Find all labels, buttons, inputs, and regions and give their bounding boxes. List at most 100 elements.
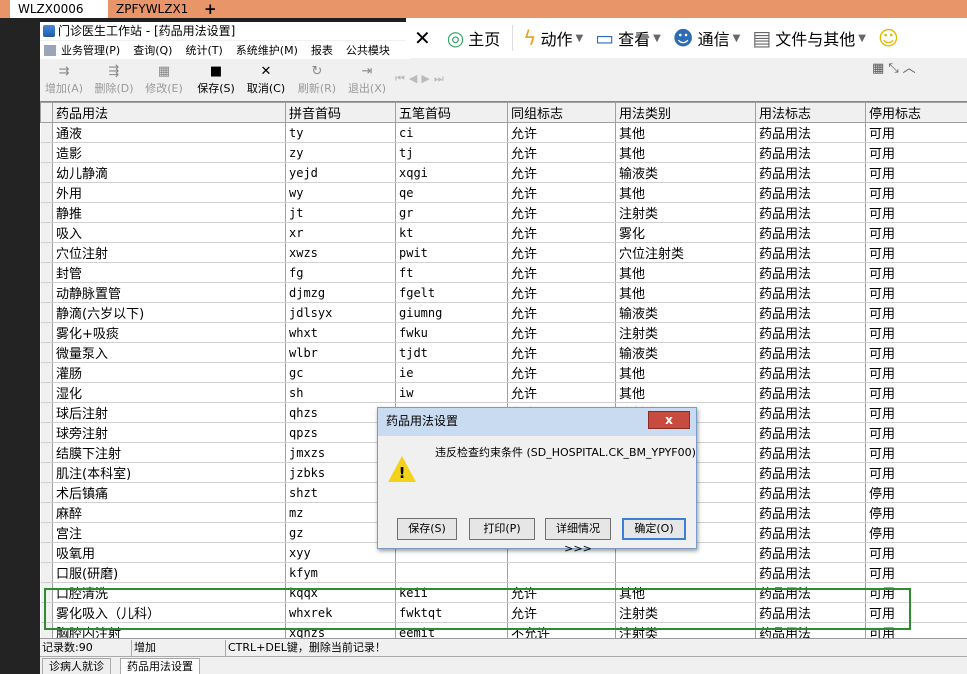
table-cell[interactable]: 药品用法	[755, 162, 866, 183]
save-button[interactable]: ■ 保存(S)	[195, 64, 237, 96]
table-cell[interactable]: jt	[285, 202, 396, 223]
table-cell[interactable]: 通液	[52, 122, 286, 143]
table-row[interactable]: 外用 wy qe 允许 其他 药品用法 可用	[40, 182, 967, 203]
menu-stats[interactable]: 统计(T)	[185, 42, 222, 58]
table-cell[interactable]: 可用	[865, 562, 967, 583]
table-cell[interactable]: 可用	[865, 402, 967, 423]
table-cell[interactable]: 肌注(本科室)	[52, 462, 286, 483]
row-indicator[interactable]	[40, 202, 53, 223]
table-cell[interactable]: 药品用法	[755, 382, 866, 403]
table-cell[interactable]: 药品用法	[755, 502, 866, 523]
dialog-save-button[interactable]: 保存(S)	[397, 518, 457, 540]
record-nav-arrows[interactable]: ⏮◀▶⏭	[395, 72, 448, 86]
menu-common[interactable]: 公共模块	[346, 42, 390, 58]
modify-button[interactable]: ▦ 修改(E)	[144, 64, 184, 96]
row-indicator[interactable]	[40, 542, 53, 563]
new-tab-button[interactable]: +	[199, 0, 221, 18]
table-cell[interactable]: 口服(研磨)	[52, 562, 286, 583]
table-cell[interactable]: xqgi	[395, 162, 508, 183]
table-cell[interactable]: ty	[285, 122, 396, 143]
table-cell[interactable]: 允许	[507, 322, 616, 343]
table-cell[interactable]: 药品用法	[755, 182, 866, 203]
action-menu[interactable]: ϟ 动作 ▼	[523, 18, 583, 58]
table-cell[interactable]: 可用	[865, 222, 967, 243]
table-cell[interactable]: 可用	[865, 422, 967, 443]
table-cell[interactable]: xwzs	[285, 242, 396, 263]
row-indicator[interactable]	[40, 402, 53, 423]
column-header-usage-category[interactable]: 用法类别	[615, 102, 756, 123]
row-indicator[interactable]	[40, 222, 53, 243]
table-cell[interactable]: 允许	[507, 342, 616, 363]
table-cell[interactable]: 穴位注射	[52, 242, 286, 263]
row-indicator[interactable]	[40, 442, 53, 463]
row-indicator[interactable]	[40, 362, 53, 383]
row-indicator[interactable]	[40, 182, 53, 203]
table-cell[interactable]: 穴位注射类	[615, 242, 756, 263]
table-cell[interactable]: djmzg	[285, 282, 396, 303]
table-cell[interactable]: 静滴(六岁以下)	[52, 302, 286, 323]
table-cell[interactable]: ie	[395, 362, 508, 383]
table-row[interactable]: 口服(研磨) kfym 药品用法 可用	[40, 562, 967, 583]
table-cell[interactable]: fwku	[395, 322, 508, 343]
table-cell[interactable]: 雾化	[615, 222, 756, 243]
table-cell[interactable]: 可用	[865, 302, 967, 323]
table-cell[interactable]: 动静脉置管	[52, 282, 286, 303]
table-row[interactable]: 吸入 xr kt 允许 雾化 药品用法 可用	[40, 222, 967, 243]
table-cell[interactable]: 允许	[507, 222, 616, 243]
table-cell[interactable]: yejd	[285, 162, 396, 183]
table-cell[interactable]: 药品用法	[755, 282, 866, 303]
table-row[interactable]: 静滴(六岁以下) jdlsyx giumng 允许 输液类 药品用法 可用	[40, 302, 967, 323]
table-cell[interactable]: pwit	[395, 242, 508, 263]
table-cell[interactable]: gc	[285, 362, 396, 383]
table-cell[interactable]: 允许	[507, 202, 616, 223]
table-cell[interactable]: 允许	[507, 242, 616, 263]
table-cell[interactable]: gr	[395, 202, 508, 223]
table-cell[interactable]: 药品用法	[755, 122, 866, 143]
table-cell[interactable]: 停用	[865, 482, 967, 503]
table-cell[interactable]: tjdt	[395, 342, 508, 363]
files-menu[interactable]: ▤ 文件与其他 ▼	[752, 18, 866, 58]
table-cell[interactable]: zy	[285, 142, 396, 163]
table-cell[interactable]: 允许	[507, 302, 616, 323]
table-cell[interactable]: ft	[395, 262, 508, 283]
row-indicator[interactable]	[40, 142, 53, 163]
table-cell[interactable]: 药品用法	[755, 462, 866, 483]
table-cell[interactable]: 外用	[52, 182, 286, 203]
table-cell[interactable]: 注射类	[615, 202, 756, 223]
table-cell[interactable]: 药品用法	[755, 522, 866, 543]
column-header-wubi[interactable]: 五笔首码	[395, 102, 508, 123]
table-cell[interactable]: xr	[285, 222, 396, 243]
table-cell[interactable]: 其他	[615, 122, 756, 143]
table-cell[interactable]: 宫注	[52, 522, 286, 543]
table-cell[interactable]: 停用	[865, 522, 967, 543]
row-indicator[interactable]	[40, 382, 53, 403]
tab-drug-usage-settings[interactable]: 药品用法设置	[120, 658, 200, 674]
table-cell[interactable]: 幼儿静滴	[52, 162, 286, 183]
table-cell[interactable]: 其他	[615, 142, 756, 163]
table-cell[interactable]: 药品用法	[755, 302, 866, 323]
menu-report[interactable]: 报表	[311, 42, 333, 58]
table-cell[interactable]: 可用	[865, 542, 967, 563]
table-row[interactable]: 雾化+吸痰 whxt fwku 允许 注射类 药品用法 可用	[40, 322, 967, 343]
table-cell[interactable]: 允许	[507, 262, 616, 283]
table-cell[interactable]: 药品用法	[755, 322, 866, 343]
table-cell[interactable]: 允许	[507, 142, 616, 163]
window-controls[interactable]: ▦⤡︿	[872, 57, 920, 76]
table-cell[interactable]	[395, 562, 508, 583]
table-cell[interactable]: 药品用法	[755, 262, 866, 283]
row-indicator[interactable]	[40, 482, 53, 503]
table-cell[interactable]: 药品用法	[755, 362, 866, 383]
table-cell[interactable]: 可用	[865, 322, 967, 343]
home-button[interactable]: ◎ 主页	[447, 18, 500, 58]
row-indicator[interactable]	[40, 322, 53, 343]
table-cell[interactable]: 灌肠	[52, 362, 286, 383]
table-cell[interactable]: 微量泵入	[52, 342, 286, 363]
table-row[interactable]: 动静脉置管 djmzg fgelt 允许 其他 药品用法 可用	[40, 282, 967, 303]
cancel-button[interactable]: ✕ 取消(C)	[245, 64, 287, 96]
table-cell[interactable]: wy	[285, 182, 396, 203]
tab-wlzx0006[interactable]: WLZX0006	[10, 0, 108, 18]
dialog-close-button[interactable]: x	[648, 411, 690, 429]
table-cell[interactable]: 输液类	[615, 302, 756, 323]
column-header-usage-flag[interactable]: 用法标志	[755, 102, 866, 123]
table-cell[interactable]: 可用	[865, 382, 967, 403]
